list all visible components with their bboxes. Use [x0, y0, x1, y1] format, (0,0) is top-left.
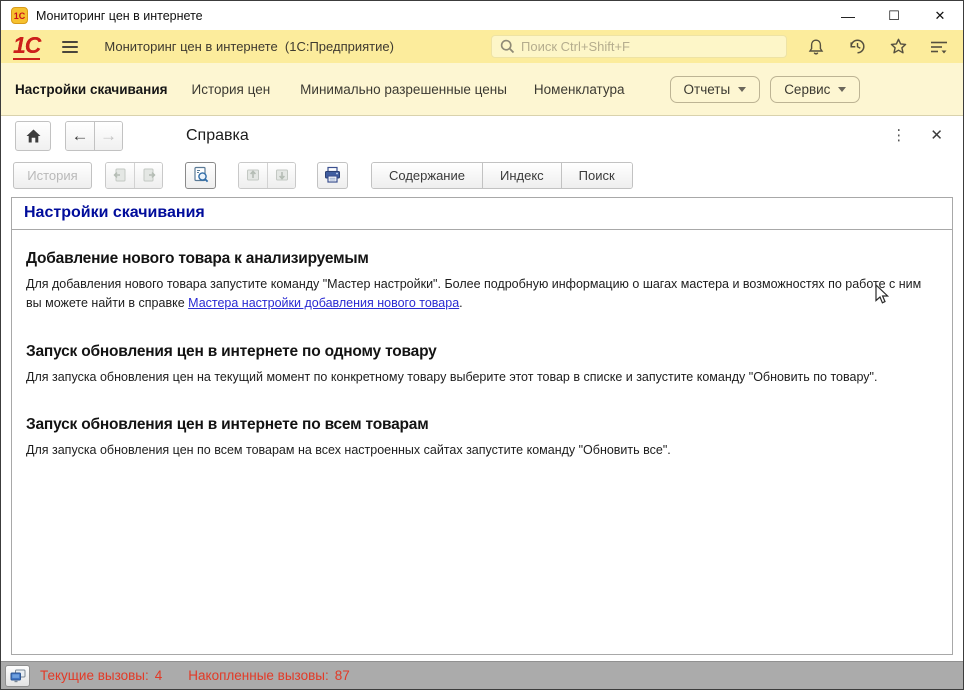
window-title: Мониторинг цен в интернете: [36, 9, 203, 23]
spacer: [168, 668, 182, 683]
page-up-down-group: [238, 162, 296, 189]
section-heading: Запуск обновления цен в интернете по все…: [26, 416, 938, 434]
page-body: Добавление нового товара к анализируемым…: [12, 230, 952, 654]
search-icon: [500, 39, 515, 54]
help-content-panel: Настройки скачивания Добавление нового т…: [11, 197, 953, 655]
page-title: Настройки скачивания: [12, 198, 952, 230]
page-down-button[interactable]: [267, 163, 295, 188]
section-update-single: Запуск обновления цен в интернете по одн…: [26, 343, 938, 387]
chevron-down-icon: [738, 87, 746, 92]
page-up-button[interactable]: [239, 163, 267, 188]
chevron-down-icon: [838, 87, 846, 92]
appbar-icons: [806, 37, 949, 57]
back-button[interactable]: ←: [66, 122, 94, 150]
current-calls-value: 4: [155, 668, 163, 683]
help-header-actions: ⋮ ✕: [891, 128, 943, 143]
accumulated-calls-value: 87: [335, 668, 350, 683]
app-title: Мониторинг цен в интернете (1С:Предприят…: [104, 39, 394, 54]
tab-search[interactable]: Поиск: [561, 163, 632, 188]
status-bar: Текущие вызовы: 4 Накопленные вызовы: 87: [1, 661, 963, 689]
nav-tab-nomenclature[interactable]: Номенклатура: [534, 82, 625, 97]
forward-button[interactable]: →: [94, 122, 122, 150]
bell-icon[interactable]: [806, 37, 826, 57]
page-up-icon: [245, 167, 261, 183]
service-label: Сервис: [784, 82, 830, 97]
minimize-button[interactable]: —: [825, 1, 871, 30]
app-toolbar: 1С Мониторинг цен в интернете (1С:Предпр…: [1, 30, 963, 63]
tab-contents[interactable]: Содержание: [372, 163, 482, 188]
help-view-tabs: Содержание Индекс Поиск: [371, 162, 633, 189]
app-window: 1С Мониторинг цен в интернете — ☐ ✕ 1С М…: [0, 0, 964, 690]
current-calls-label: Текущие вызовы:: [40, 668, 149, 683]
nav-tab-min-allowed-prices[interactable]: Минимально разрешенные цены: [300, 82, 507, 97]
section-navbar: Настройки скачивания История цен Минимал…: [1, 63, 963, 116]
help-window: ← → Справка ⋮ ✕ История: [1, 116, 963, 661]
window-titlebar: 1С Мониторинг цен в интернете — ☐ ✕: [1, 1, 963, 30]
section-text: Для запуска обновления цен на текущий мо…: [26, 368, 938, 387]
page-prev-icon: [112, 167, 128, 183]
section-text: Для запуска обновления цен по всем товар…: [26, 441, 938, 460]
close-button[interactable]: ✕: [917, 1, 963, 30]
arrow-right-icon: →: [100, 127, 117, 144]
page-next-icon: [141, 167, 157, 183]
history-icon[interactable]: [847, 37, 867, 57]
arrow-left-icon: ←: [72, 127, 89, 144]
section-add-product: Добавление нового товара к анализируемым…: [26, 250, 938, 313]
section-text: Для добавления нового товара запустите к…: [26, 275, 938, 313]
reports-dropdown-button[interactable]: Отчеты: [670, 76, 761, 103]
nav-tab-download-settings[interactable]: Настройки скачивания: [15, 82, 168, 97]
find-on-page-icon: [192, 166, 210, 184]
section-update-all: Запуск обновления цен в интернете по все…: [26, 416, 938, 460]
main-menu-icon[interactable]: [62, 41, 78, 53]
window-controls: — ☐ ✕: [825, 1, 963, 30]
home-button[interactable]: [15, 121, 51, 151]
nav-tab-price-history[interactable]: История цен: [192, 82, 271, 97]
monitors-icon: [10, 669, 26, 683]
page-prev-button[interactable]: [106, 163, 134, 188]
app-icon: 1С: [11, 7, 28, 24]
reports-label: Отчеты: [684, 82, 731, 97]
1c-logo: 1С: [13, 34, 40, 60]
page-next-button[interactable]: [134, 163, 162, 188]
tab-index[interactable]: Индекс: [482, 163, 561, 188]
accumulated-calls-label: Накопленные вызовы:: [188, 668, 328, 683]
star-icon[interactable]: [888, 37, 908, 57]
section-heading: Добавление нового товара к анализируемым: [26, 250, 938, 268]
help-window-title: Справка: [186, 127, 249, 145]
help-close-icon[interactable]: ✕: [930, 128, 943, 143]
wizard-help-link[interactable]: Мастера настройки добавления нового това…: [188, 296, 459, 310]
maximize-button[interactable]: ☐: [871, 1, 917, 30]
global-search[interactable]: [491, 35, 787, 58]
home-icon: [25, 128, 42, 144]
service-dropdown-button[interactable]: Сервис: [770, 76, 860, 103]
page-down-icon: [274, 167, 290, 183]
search-input[interactable]: [521, 39, 778, 54]
page-prev-next-group: [105, 162, 163, 189]
print-button[interactable]: [317, 162, 348, 189]
text-before-link: Для добавления нового товара запустите к…: [26, 277, 921, 310]
text-after-link: .: [459, 296, 462, 310]
print-icon: [323, 166, 342, 184]
section-heading: Запуск обновления цен в интернете по одн…: [26, 343, 938, 361]
functions-menu-icon[interactable]: [929, 37, 949, 57]
calls-status: Текущие вызовы: 4 Накопленные вызовы: 87: [40, 668, 350, 683]
history-nav-group: ← →: [65, 121, 123, 151]
help-toolbar: История: [1, 155, 963, 195]
more-actions-icon[interactable]: ⋮: [891, 128, 906, 143]
help-header: ← → Справка ⋮ ✕: [1, 116, 963, 155]
performance-indicator-button[interactable]: [5, 665, 30, 687]
history-button[interactable]: История: [13, 162, 92, 189]
find-on-page-button[interactable]: [185, 162, 216, 189]
